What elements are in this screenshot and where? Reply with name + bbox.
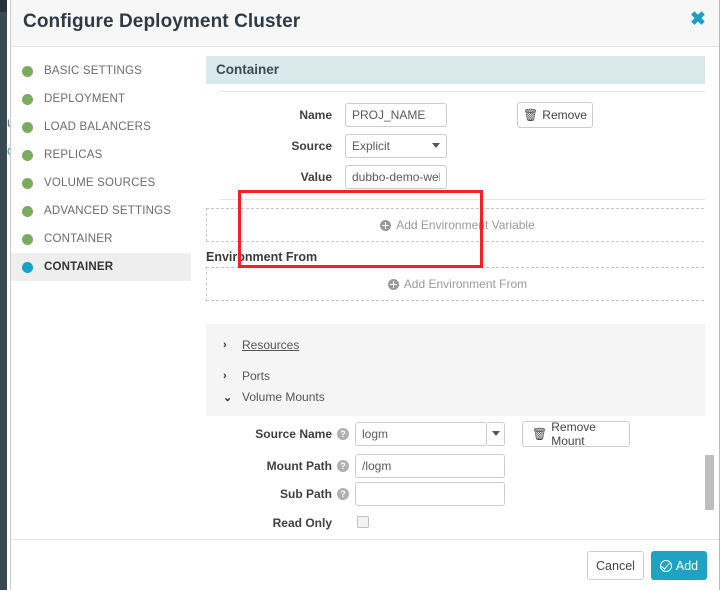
content-scrollbar-thumb[interactable] [705, 455, 714, 510]
accordion-label-resources: Resources [242, 338, 300, 352]
sidebar-item-basic-settings[interactable]: BASIC SETTINGS [11, 57, 191, 85]
modal-body: BASIC SETTINGS DEPLOYMENT LOAD BALANCERS… [11, 47, 719, 539]
env-value-input[interactable] [345, 165, 447, 189]
env-source-label: Source [291, 139, 332, 153]
volume-source-name-dropdown-toggle[interactable] [487, 422, 505, 446]
modal-header: Configure Deployment Cluster ✖ [11, 0, 719, 47]
sidebar-item-container-2[interactable]: CONTAINER [11, 253, 191, 281]
status-dot-icon [22, 121, 33, 133]
configure-deployment-cluster-modal: Configure Deployment Cluster ✖ BASIC SET… [10, 0, 720, 590]
sidebar-item-label: DEPLOYMENT [44, 93, 126, 105]
sidebar-item-label: VOLUME SOURCES [44, 177, 156, 189]
status-dot-icon [22, 205, 33, 217]
divider [220, 199, 709, 200]
status-dot-icon [22, 177, 33, 189]
help-icon[interactable]: ? [337, 460, 349, 472]
env-name-label: Name [299, 108, 332, 122]
chevron-down-icon [492, 431, 500, 436]
scroll-clip-mask [197, 531, 717, 539]
volume-mount-path-label: Mount Path [266, 459, 332, 473]
add-environment-from-label: Add Environment From [403, 277, 528, 291]
env-source-select[interactable]: Explicit [345, 134, 447, 158]
trash-icon: 🗑 [532, 427, 548, 441]
accordion-item-volume-mounts[interactable]: ⌄ Volume Mounts [223, 386, 325, 408]
sidebar-item-load-balancers[interactable]: LOAD BALANCERS [11, 113, 191, 141]
env-source-selected-value: Explicit [352, 139, 391, 153]
add-environment-variable-label: Add Environment Variable [396, 218, 535, 232]
volume-sub-path-row: Sub Path ? [197, 482, 717, 508]
help-icon[interactable]: ? [337, 488, 349, 500]
env-value-label: Value [300, 170, 332, 184]
sidebar-item-label: LOAD BALANCERS [44, 121, 151, 133]
sidebar-item-label: CONTAINER [44, 233, 113, 245]
plus-icon [380, 219, 392, 231]
volume-mount-path-input[interactable] [355, 454, 505, 478]
chevron-right-icon: › [223, 370, 227, 382]
background-nav-strip [0, 0, 7, 590]
accordion-item-resources[interactable]: › Resources [223, 334, 299, 356]
container-settings-panel: Container Name 🗑 Remove Source Explicit [197, 47, 717, 539]
close-icon[interactable]: ✖ [687, 9, 709, 31]
remove-mount-button[interactable]: 🗑 Remove Mount [522, 420, 630, 448]
sidebar-item-deployment[interactable]: DEPLOYMENT [11, 85, 191, 113]
remove-env-var-label: Remove [542, 108, 587, 122]
volume-mount-path-row: Mount Path ? [197, 454, 717, 480]
volume-source-name-value: logm [362, 427, 389, 441]
env-name-input[interactable] [345, 103, 447, 127]
remove-mount-label: Remove Mount [551, 420, 596, 448]
add-button[interactable]: Add [651, 551, 707, 580]
environment-from-heading: Environment From [206, 250, 318, 264]
sidebar-item-volume-sources[interactable]: VOLUME SOURCES [11, 169, 191, 197]
chevron-down-icon [432, 143, 440, 148]
status-dot-icon [22, 93, 33, 105]
sidebar-item-label: BASIC SETTINGS [44, 65, 143, 77]
volume-source-name-label: Source Name [255, 427, 332, 441]
add-environment-variable-button[interactable]: Add Environment Variable [206, 208, 709, 242]
env-source-row: Source Explicit [197, 134, 717, 160]
sidebar-item-advanced-settings[interactable]: ADVANCED SETTINGS [11, 197, 191, 225]
volume-sub-path-label: Sub Path [279, 487, 332, 501]
add-environment-from-button[interactable]: Add Environment From [206, 267, 709, 301]
sidebar-item-container-1[interactable]: CONTAINER [11, 225, 191, 253]
volume-sub-path-input[interactable] [355, 482, 505, 506]
status-dot-icon [22, 149, 33, 161]
status-dot-icon [22, 65, 33, 77]
add-button-label: Add [675, 558, 699, 573]
accordion-label-ports: Ports [242, 369, 271, 383]
wizard-sidebar: BASIC SETTINGS DEPLOYMENT LOAD BALANCERS… [11, 47, 191, 281]
sidebar-item-label: ADVANCED SETTINGS [44, 205, 172, 217]
page-title: Configure Deployment Cluster [23, 11, 301, 32]
plus-icon [387, 278, 399, 290]
help-icon[interactable]: ? [337, 428, 349, 440]
accordion-item-ports[interactable]: › Ports [223, 365, 270, 387]
background-topbar-strip [0, 0, 7, 12]
trash-icon: 🗑 [523, 108, 539, 122]
cancel-button[interactable]: Cancel [587, 551, 644, 580]
chevron-right-icon: › [223, 339, 227, 351]
chevron-down-icon: ⌄ [223, 391, 233, 404]
container-accordion: › Resources › Ports ⌄ Volume Mounts [206, 324, 709, 416]
panel-header-label: Container [216, 62, 280, 77]
sidebar-item-label: REPLICAS [44, 149, 103, 161]
check-circle-icon [659, 559, 672, 572]
env-value-row: Value [197, 165, 717, 191]
panel-header: Container [206, 56, 709, 84]
sidebar-item-replicas[interactable]: REPLICAS [11, 141, 191, 169]
volume-read-only-checkbox[interactable] [357, 516, 369, 528]
content-scrollbar-track[interactable] [705, 47, 716, 539]
background-page: U C [0, 0, 15, 590]
modal-footer: Cancel Add [11, 539, 719, 590]
env-name-row: Name 🗑 Remove [197, 102, 717, 129]
volume-source-name-select[interactable]: logm [355, 422, 487, 446]
sidebar-item-label: CONTAINER [44, 261, 114, 273]
status-dot-icon [22, 261, 33, 273]
remove-env-var-button[interactable]: 🗑 Remove [517, 102, 593, 128]
status-dot-icon [22, 233, 33, 245]
accordion-label-volume-mounts: Volume Mounts [242, 390, 325, 404]
volume-source-name-row: Source Name ? logm 🗑 Remove Mount [197, 420, 717, 448]
divider [220, 91, 709, 92]
